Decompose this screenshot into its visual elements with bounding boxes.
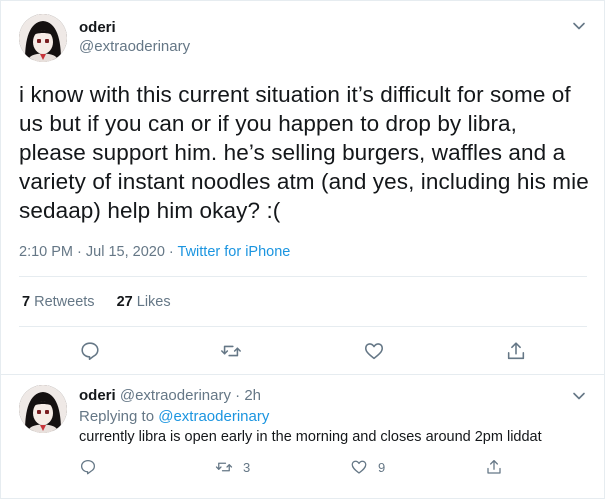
meta-separator: · xyxy=(230,387,245,404)
author-block[interactable]: oderi @extraoderinary xyxy=(79,18,190,57)
replying-to: Replying to @extraoderinary xyxy=(79,407,269,426)
avatar-image xyxy=(19,385,67,433)
tweet-meta: 2:10 PM · Jul 15, 2020 · Twitter for iPh… xyxy=(19,243,290,261)
tweet-text: i know with this current situation it’s … xyxy=(19,82,589,223)
retweets-stat[interactable]: 7 Retweets xyxy=(22,293,95,311)
reply-text: currently libra is open early in the mor… xyxy=(79,429,542,445)
reply-retweet-count: 3 xyxy=(243,459,251,475)
avatar-image xyxy=(19,14,67,62)
likes-count: 27 xyxy=(116,294,133,310)
divider xyxy=(19,326,587,327)
reply-like-count: 9 xyxy=(378,459,386,475)
reply-share-button[interactable] xyxy=(485,457,503,477)
heart-icon[interactable] xyxy=(363,340,385,362)
divider xyxy=(19,276,587,277)
chevron-down-icon[interactable] xyxy=(571,18,587,34)
tweet-source-link[interactable]: Twitter for iPhone xyxy=(178,244,291,260)
divider xyxy=(0,374,605,375)
share-icon[interactable] xyxy=(505,340,527,362)
retweets-count: 7 xyxy=(22,294,31,310)
reply-age[interactable]: 2h xyxy=(244,387,261,404)
retweets-label: Retweets xyxy=(34,294,95,310)
replying-to-prefix: Replying to xyxy=(79,408,159,425)
share-icon xyxy=(487,459,501,474)
avatar[interactable] xyxy=(19,14,67,62)
reply-icon[interactable] xyxy=(79,340,101,362)
chevron-down-icon[interactable] xyxy=(571,388,587,404)
retweet-icon[interactable] xyxy=(220,340,242,362)
reply-retweet-button[interactable]: 3 xyxy=(215,457,250,477)
avatar[interactable] xyxy=(19,385,67,433)
reply-icon xyxy=(80,459,96,475)
likes-stat[interactable]: 27 Likes xyxy=(117,293,171,311)
tweet-stats: 7 Retweets 27 Likes xyxy=(22,293,189,311)
reply-author-handle[interactable]: @extraoderinary xyxy=(120,387,231,404)
reply-author-display-name[interactable]: oderi xyxy=(79,387,116,404)
author-handle[interactable]: @extraoderinary xyxy=(79,37,190,57)
heart-icon xyxy=(351,460,367,474)
reply-like-button[interactable]: 9 xyxy=(350,457,385,477)
replying-to-mention[interactable]: @extraoderinary xyxy=(158,408,269,425)
likes-label: Likes xyxy=(136,294,171,310)
author-display-name[interactable]: oderi xyxy=(79,18,190,37)
retweet-icon xyxy=(215,462,233,472)
tweet-timestamp[interactable]: 2:10 PM · Jul 15, 2020 xyxy=(19,244,165,260)
meta-separator: · xyxy=(164,244,178,260)
reply-reply-button[interactable] xyxy=(79,457,97,477)
tweet-header: oderi @extraoderinary xyxy=(19,14,587,62)
reply-header: oderi @extraoderinary · 2h xyxy=(79,386,261,405)
